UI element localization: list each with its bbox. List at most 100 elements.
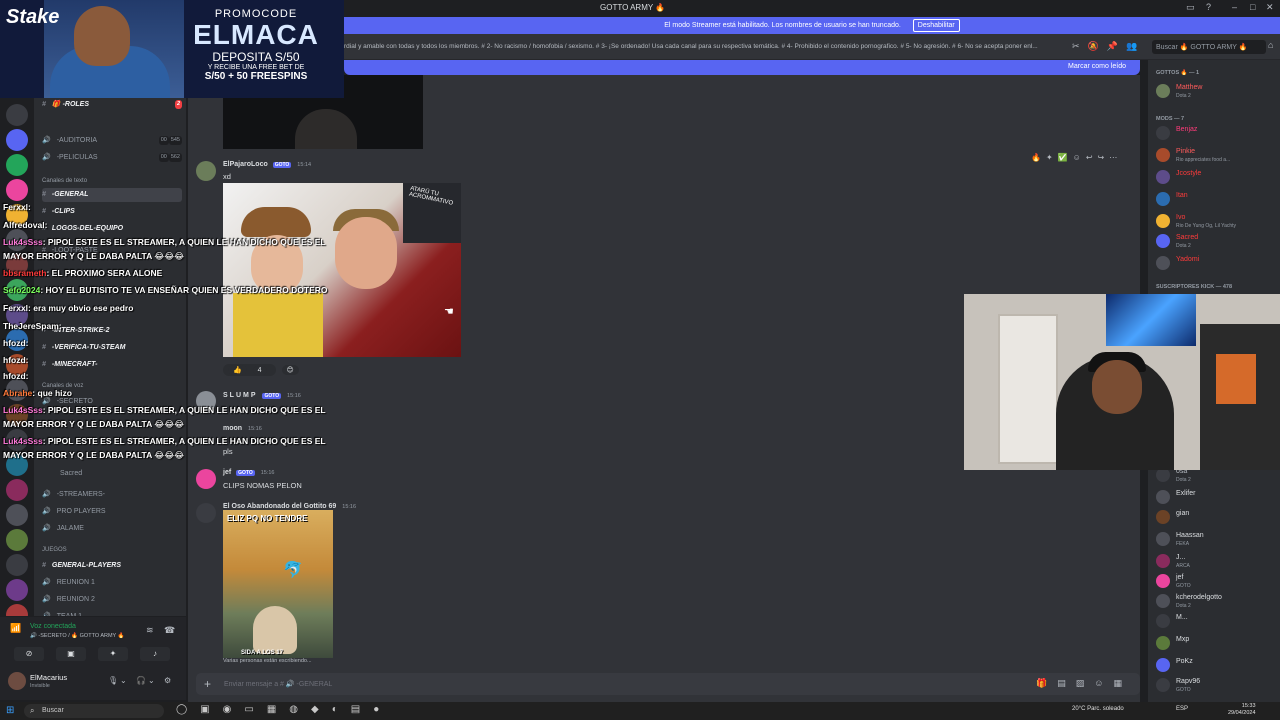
server-icon[interactable] xyxy=(6,529,28,551)
channel-category[interactable]: Canales de texto xyxy=(42,178,87,184)
member-item[interactable]: Sacred Dota 2 xyxy=(1156,232,1280,252)
server-icon[interactable] xyxy=(6,129,28,151)
widgets-icon[interactable]: ▣ xyxy=(200,704,222,715)
avatar[interactable] xyxy=(196,161,216,181)
close-icon[interactable]: ✕ xyxy=(1266,2,1274,13)
headphones-icon[interactable]: 🎧 xyxy=(136,676,146,685)
add-reaction-icon[interactable]: ☺ xyxy=(1073,153,1086,162)
avatar[interactable] xyxy=(196,503,216,523)
member-item[interactable]: J... ARCA xyxy=(1156,552,1280,572)
members-icon[interactable]: 👥 xyxy=(1126,41,1145,51)
apps-icon[interactable]: ▦ xyxy=(1113,678,1132,688)
server-icon[interactable] xyxy=(6,504,28,526)
soundboard-button[interactable]: ♪ xyxy=(140,647,170,661)
settings-gear-icon[interactable]: ⚙ xyxy=(164,676,171,685)
task-view-icon[interactable]: ◯ xyxy=(176,704,200,715)
add-attachment-icon[interactable]: + xyxy=(204,677,211,691)
server-icon[interactable] xyxy=(6,104,28,126)
sidebar-channel[interactable]: 🔊 -STREAMERS- xyxy=(42,488,182,502)
maximize-icon[interactable]: □ xyxy=(1250,2,1255,12)
store-icon[interactable]: ▦ xyxy=(267,704,289,715)
react-icon[interactable]: ✦ xyxy=(1046,153,1058,162)
mute-icon[interactable]: 🔕 xyxy=(1088,41,1107,51)
member-item[interactable]: Jcostyle xyxy=(1156,168,1280,188)
app-icon[interactable]: ▤ xyxy=(351,704,373,715)
sidebar-channel[interactable]: 🔊 -AUDITORIA 545 00 xyxy=(42,134,182,148)
brave-icon[interactable]: ◆ xyxy=(311,704,332,715)
signal-icon[interactable]: 📶 xyxy=(10,623,21,634)
attachment-image[interactable]: ELIZ PQ NO TENDRE 🐬 SIDA A LOS 17 xyxy=(223,510,333,658)
member-item[interactable]: M... xyxy=(1156,612,1280,632)
chevron-down-icon[interactable]: ⌄ xyxy=(148,676,155,685)
member-item[interactable]: Yadomi xyxy=(1156,254,1280,274)
voice-user[interactable]: Sacred xyxy=(60,467,200,481)
member-item[interactable]: Exlifer xyxy=(1156,488,1280,508)
member-item[interactable]: Itan xyxy=(1156,190,1280,210)
pin-icon[interactable]: 📌 xyxy=(1107,41,1126,51)
sidebar-channel[interactable]: # 🎁 -ROLES 2 xyxy=(42,98,182,112)
author-name[interactable]: jef xyxy=(223,469,231,476)
more-icon[interactable]: ⋯ xyxy=(1109,153,1122,162)
channel-topic[interactable]: rdial y amable con todas y todos los mie… xyxy=(344,43,1062,50)
message-author[interactable]: El Oso Abandonado del Gottito 69 15:16 xyxy=(223,503,356,510)
inbox-icon[interactable]: ⌂ xyxy=(1268,40,1273,50)
camera-button[interactable]: ⊘ xyxy=(14,647,44,661)
obs-icon[interactable]: ● xyxy=(373,704,392,715)
new-messages-bar[interactable]: Marcar como leído xyxy=(344,60,1140,75)
disable-streamer-button[interactable]: Deshabilitar xyxy=(912,19,960,32)
avatar[interactable] xyxy=(196,469,216,489)
avatar[interactable] xyxy=(8,672,26,690)
threads-icon[interactable]: ✂ xyxy=(1072,41,1088,51)
gift-icon[interactable]: 🎁 xyxy=(1036,678,1057,688)
reply-icon[interactable]: ↩ xyxy=(1086,153,1098,162)
member-item[interactable]: kcherodelgotto Dota 2 xyxy=(1156,592,1280,612)
edge-icon[interactable]: ◉ xyxy=(223,704,245,715)
sidebar-channel[interactable]: # GENERAL-PLAYERS xyxy=(42,559,182,573)
channel-category[interactable]: JUEGOS xyxy=(42,547,67,553)
sidebar-channel[interactable]: 🔊 -PELICULAS 562 00 xyxy=(42,151,182,165)
forward-icon[interactable]: ↪ xyxy=(1098,153,1110,162)
member-item[interactable]: Mxp xyxy=(1156,634,1280,654)
server-icon[interactable] xyxy=(6,479,28,501)
voice-channel-name[interactable]: 🔊 -SECRETO / 🔥 GOTTO ARMY 🔥 xyxy=(30,633,125,639)
server-icon[interactable] xyxy=(6,154,28,176)
message-input[interactable]: + Enviar mensaje a # 🔊 -GENERAL 🎁▤▨☺▦ xyxy=(196,673,1140,695)
disconnect-icon[interactable]: ☎ xyxy=(164,625,175,636)
taskbar-search[interactable]: ⌕ Buscar xyxy=(24,704,164,718)
member-item[interactable]: Ivo Rio De Yung Og, Lil Yachty xyxy=(1156,212,1280,232)
explorer-icon[interactable]: ▭ xyxy=(244,704,266,715)
sidebar-channel[interactable]: 🔊 REUNION 1 xyxy=(42,576,182,590)
react-check-icon[interactable]: ✅ xyxy=(1058,153,1073,162)
mark-read-button[interactable]: Marcar como leído xyxy=(1068,63,1126,70)
member-item[interactable]: Pinkie Rio appreciates food a... xyxy=(1156,146,1280,166)
windows-start-icon[interactable]: ⊞ xyxy=(6,705,14,716)
sticker-icon[interactable]: ▨ xyxy=(1076,678,1095,688)
microphone-icon[interactable]: 🎙 xyxy=(108,676,118,685)
author-name[interactable]: El Oso Abandonado del Gottito 69 xyxy=(223,503,336,510)
member-item[interactable]: jef GOTO xyxy=(1156,572,1280,592)
member-item[interactable]: Matthew Dota 2 xyxy=(1156,82,1280,102)
member-item[interactable]: PoKz xyxy=(1156,656,1280,676)
member-item[interactable]: Rapv96 GOTO xyxy=(1156,676,1280,696)
member-item[interactable]: gian xyxy=(1156,508,1280,528)
screen-share-button[interactable]: ▣ xyxy=(56,647,86,661)
message-author[interactable]: ElPajaroLoco GOTO 15:14 xyxy=(223,161,311,168)
react-fire-icon[interactable]: 🔥 xyxy=(1031,153,1046,162)
sidebar-channel[interactable]: 🔊 PRO PLAYERS xyxy=(42,505,182,519)
message-author[interactable]: jef GOTO 15:16 xyxy=(223,469,274,476)
tray-lang[interactable]: ESP xyxy=(1176,706,1188,712)
author-name[interactable]: ElPajaroLoco xyxy=(223,161,268,168)
member-item[interactable]: Haassan FEKA xyxy=(1156,530,1280,550)
server-icon[interactable] xyxy=(6,554,28,576)
restore-icon[interactable]: ▭ xyxy=(1186,2,1195,13)
gif-icon[interactable]: ▤ xyxy=(1057,678,1076,688)
search-input[interactable]: Buscar 🔥 GOTTO ARMY 🔥 xyxy=(1152,40,1266,54)
emoji-icon[interactable]: ☺ xyxy=(1094,678,1113,688)
tray-clock[interactable]: 15:33 29/04/2024 xyxy=(1228,703,1256,717)
noise-suppression-icon[interactable]: ≋ xyxy=(146,625,154,636)
help-icon[interactable]: ? xyxy=(1206,2,1211,12)
member-item[interactable]: Benjaz xyxy=(1156,124,1280,144)
minimize-icon[interactable]: – xyxy=(1232,2,1237,12)
discord-icon[interactable]: ◐ xyxy=(332,704,351,715)
chevron-down-icon[interactable]: ⌄ xyxy=(120,676,127,685)
